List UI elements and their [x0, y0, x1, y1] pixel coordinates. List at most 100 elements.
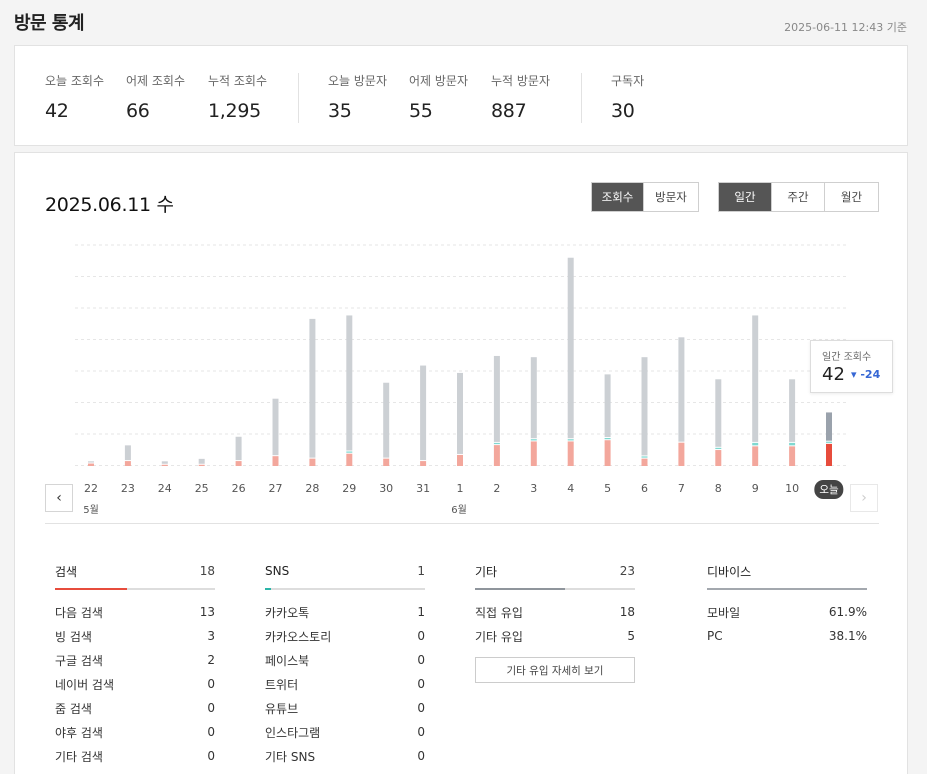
bar-segment[interactable]: [530, 439, 537, 441]
bar-segment[interactable]: [457, 454, 463, 466]
bar-segment[interactable]: [715, 447, 722, 450]
list-item: PC 38.1%: [707, 624, 867, 648]
list-item: 빙 검색 3: [55, 624, 215, 648]
summary-card: 오늘 조회수 42 어제 조회수 66 누적 조회수 1,295 오늘 방문자 …: [14, 45, 908, 146]
bar-segment[interactable]: [420, 461, 427, 466]
list-item: 트위터 0: [265, 672, 425, 696]
next-period-button[interactable]: ›: [850, 484, 878, 512]
bar-segment[interactable]: [678, 442, 685, 466]
bar-segment[interactable]: [309, 458, 316, 466]
row-value: 13: [199, 605, 215, 619]
stat-yesterday-visitors: 어제 방문자 55: [409, 72, 468, 122]
x-tick-label: 27: [268, 482, 283, 495]
bar-segment[interactable]: [715, 379, 722, 447]
referrer-sns: SNS 1 카카오톡 1 카카오스토리 0 페이스북 0 트위터 0 유튜브 0 인스타그…: [265, 561, 425, 768]
row-value: 0: [417, 677, 425, 691]
x-tick-label: 3: [530, 482, 538, 495]
timestamp: 2025-06-11 12:43 기준: [784, 21, 907, 34]
bar-segment[interactable]: [641, 458, 648, 466]
bar-segment[interactable]: [567, 439, 574, 441]
bar-segment[interactable]: [789, 379, 796, 442]
bar-segment[interactable]: [272, 398, 279, 456]
row-label: 네이버 검색: [55, 677, 115, 692]
share-bar-fill: [475, 588, 565, 590]
bar-segment[interactable]: [641, 357, 648, 456]
month-label-may: 5월: [83, 505, 99, 516]
stat-subscribers: 구독자 30: [611, 72, 644, 122]
bar-segment[interactable]: [604, 440, 611, 466]
bar-segment[interactable]: [641, 456, 648, 458]
row-label: 직접 유입: [475, 605, 523, 620]
bar-segment[interactable]: [604, 374, 611, 437]
stat-label: 어제 조회수: [126, 74, 186, 88]
bar-segment[interactable]: [826, 443, 832, 466]
bar-segment[interactable]: [493, 442, 500, 445]
row-label: 카카오톡: [265, 605, 310, 620]
bar-segment[interactable]: [161, 464, 168, 466]
bar-segment[interactable]: [789, 442, 796, 446]
bar-segment[interactable]: [752, 446, 759, 466]
x-tick-label: 29: [342, 482, 357, 495]
bar-segment[interactable]: [715, 450, 722, 466]
row-label: 줌 검색: [55, 701, 92, 716]
bar-segment[interactable]: [383, 382, 390, 458]
x-tick-label-today: 오늘: [814, 480, 844, 499]
bar-segment[interactable]: [604, 437, 611, 440]
month-label-june: 6월: [451, 505, 467, 516]
bar-segment[interactable]: [826, 412, 832, 441]
bar-segment[interactable]: [346, 453, 353, 466]
section-title: 검색: [55, 564, 78, 579]
bar-segment[interactable]: [88, 461, 94, 463]
x-tick-label: 25: [194, 482, 209, 495]
share-bar: [265, 588, 425, 590]
bar-segment[interactable]: [493, 355, 500, 442]
list-item: 네이버 검색 0: [55, 672, 215, 696]
stat-value: 1,295: [208, 100, 261, 122]
row-label: 구글 검색: [55, 653, 103, 668]
bar-segment[interactable]: [752, 315, 759, 442]
chevron-right-icon: ›: [861, 490, 867, 506]
bar-segment[interactable]: [272, 456, 279, 466]
share-bar: [55, 588, 215, 590]
bar-segment[interactable]: [309, 318, 316, 458]
bar-segment[interactable]: [457, 372, 463, 454]
list-item: 기타 유입 5: [475, 624, 635, 648]
etc-detail-button[interactable]: 기타 유입 자세히 보기: [475, 657, 635, 683]
bar-segment[interactable]: [198, 464, 205, 466]
x-tick-label: 7: [677, 482, 685, 495]
prev-period-button[interactable]: ‹: [45, 484, 73, 512]
row-value: 0: [417, 725, 425, 739]
daily-views-chart: [75, 244, 847, 466]
bar-segment[interactable]: [346, 315, 353, 451]
stat-total-visitors: 누적 방문자 887: [491, 72, 550, 122]
bar-segment[interactable]: [678, 337, 685, 442]
bar-segment[interactable]: [826, 441, 832, 443]
bar-segment[interactable]: [161, 461, 168, 464]
section-title: 디바이스: [707, 564, 752, 579]
bar-segment[interactable]: [789, 446, 796, 466]
bar-segment[interactable]: [383, 458, 390, 466]
bar-segment[interactable]: [88, 463, 94, 466]
bar-segment[interactable]: [235, 461, 242, 466]
stat-label: 누적 방문자: [491, 74, 551, 88]
bar-segment[interactable]: [198, 458, 205, 464]
row-value: 0: [417, 629, 425, 643]
bar-segment[interactable]: [124, 461, 131, 466]
bar-segment[interactable]: [493, 445, 500, 466]
bar-segment[interactable]: [420, 365, 427, 461]
bar-segment[interactable]: [567, 257, 574, 439]
bar-segment[interactable]: [752, 442, 759, 446]
bar-segment[interactable]: [235, 436, 242, 461]
stat-value: 35: [328, 100, 352, 122]
x-tick-label: 23: [120, 482, 135, 495]
bar-segment[interactable]: [567, 441, 574, 466]
x-tick-label: 31: [416, 482, 431, 495]
list-item: 줌 검색 0: [55, 696, 215, 720]
bar-segment[interactable]: [346, 451, 353, 453]
bar-segment[interactable]: [530, 441, 537, 466]
referrer-search: 검색 18 다음 검색 13 빙 검색 3 구글 검색 2 네이버 검색 0 줌 검색 0…: [55, 561, 215, 768]
bar-segment[interactable]: [530, 357, 537, 439]
bar-segment[interactable]: [124, 445, 131, 461]
list-item: 모바일 61.9%: [707, 600, 867, 624]
list-item: 기타 검색 0: [55, 744, 215, 768]
